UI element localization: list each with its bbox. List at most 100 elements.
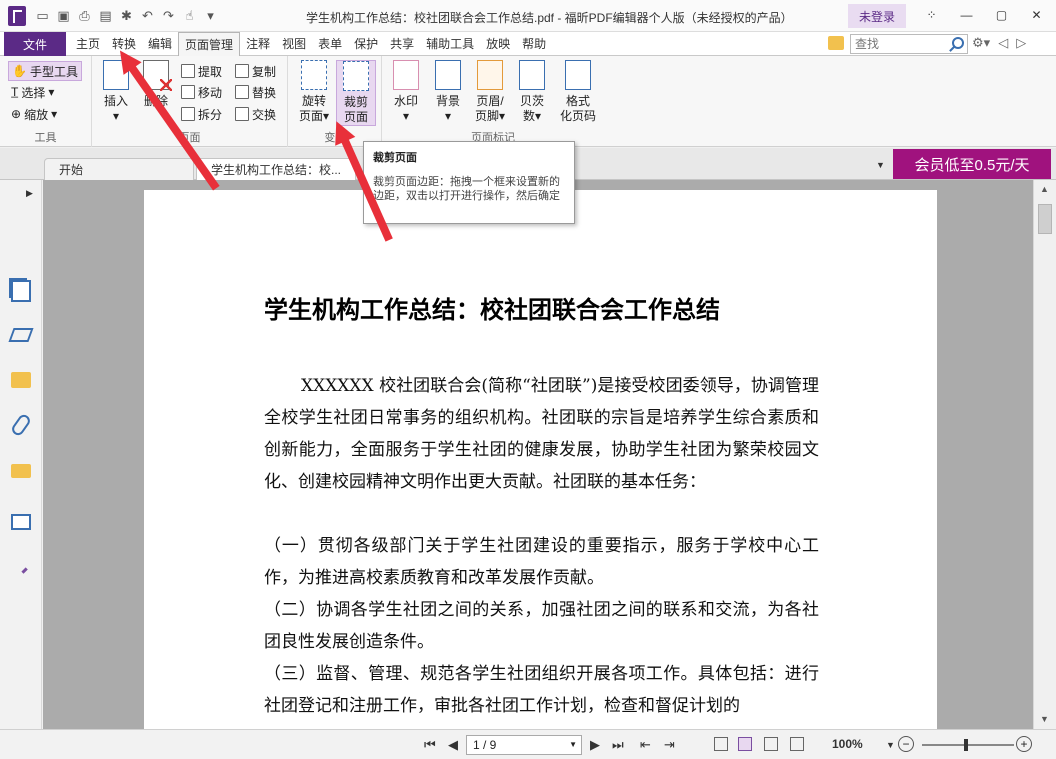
folder-search-icon[interactable] xyxy=(828,36,844,50)
hand-tool-icon[interactable]: ☝ xyxy=(181,7,198,24)
next-view-icon[interactable]: ⇥ xyxy=(664,737,675,753)
previous-view-icon[interactable]: ⇤ xyxy=(640,737,651,753)
signature-icon[interactable] xyxy=(12,558,28,574)
tooltip-body: 裁剪页面边距：拖拽一个框来设置新的边距，双击以打开进行操作，然后确定 xyxy=(373,176,560,202)
split-page-button[interactable]: 拆分 xyxy=(178,104,225,124)
chevron-down-icon: ▾ xyxy=(51,107,58,121)
replace-page-button[interactable]: 替换 xyxy=(232,82,279,102)
chevron-down-icon: ▼ xyxy=(569,740,577,749)
zoom-dropdown-chevron-icon[interactable]: ▼ xyxy=(886,740,895,750)
title-bar: ▭ ▣ ⎙ ▤ ✱ ↶ ↷ ☝ ▾ 学生机构工作总结：校社团联合会工作总结.pd… xyxy=(0,0,1056,32)
new-icon[interactable]: ✱ xyxy=(118,7,135,24)
tab-document[interactable]: 学生机构工作总结：校... xyxy=(196,158,356,180)
vertical-scrollbar[interactable]: ▲ ▼ xyxy=(1033,180,1056,729)
next-page-icon[interactable]: ▶ xyxy=(590,737,600,753)
forward-arrow-icon[interactable]: ▷ xyxy=(1016,35,1026,51)
page-marks-group: 水印 ▾ 背景 ▾ 页眉/ 页脚▾ 贝茨 数▾ 格式 化页码 页面标记 xyxy=(382,56,604,147)
minimize-button[interactable]: — xyxy=(949,4,984,26)
properties-icon[interactable]: ▤ xyxy=(97,7,114,24)
page-number-input[interactable]: 1 / 9 ▼ xyxy=(466,735,582,755)
tab-list-chevron-icon[interactable]: ▼ xyxy=(876,160,885,170)
zoom-slider-knob[interactable] xyxy=(964,739,968,751)
page-thumbnails-icon[interactable] xyxy=(11,280,31,302)
header-footer-button[interactable]: 页眉/ 页脚▾ xyxy=(470,60,510,124)
print-icon[interactable]: ⎙ xyxy=(76,7,93,24)
expand-panel-icon[interactable]: ▶ xyxy=(26,188,33,199)
previous-page-icon[interactable]: ◀ xyxy=(448,737,458,753)
tab-protect[interactable]: 保护 xyxy=(348,32,384,56)
form-fields-icon[interactable] xyxy=(11,514,31,530)
restore-button[interactable]: ▢ xyxy=(984,4,1019,26)
layers-icon[interactable] xyxy=(8,328,34,342)
rotate-page-button[interactable]: 旋转 页面▾ xyxy=(294,60,334,124)
search-input[interactable] xyxy=(851,35,947,53)
redo-icon[interactable]: ↷ xyxy=(160,7,177,24)
scroll-down-icon[interactable]: ▼ xyxy=(1040,714,1049,724)
swap-icon xyxy=(235,107,249,121)
left-navigation-panel: ▶ xyxy=(0,180,894,759)
extract-page-button[interactable]: 提取 xyxy=(178,61,225,81)
split-icon xyxy=(181,107,195,121)
close-button[interactable]: ✕ xyxy=(1019,4,1054,26)
continuous-facing-view-icon[interactable] xyxy=(790,737,804,751)
security-lock-icon[interactable] xyxy=(11,464,31,478)
tab-slideshow[interactable]: 放映 xyxy=(480,32,516,56)
tab-edit[interactable]: 编辑 xyxy=(142,32,178,56)
zoom-in-icon[interactable]: + xyxy=(1016,736,1032,752)
watermark-button[interactable]: 水印 ▾ xyxy=(386,60,426,124)
layout-icon[interactable]: ⁘ xyxy=(914,4,949,26)
tab-file[interactable]: 文件 xyxy=(4,32,66,56)
last-page-icon[interactable]: ⏭ xyxy=(612,737,624,753)
facing-view-icon[interactable] xyxy=(764,737,778,751)
select-tool-button[interactable]: T̲ 选择 ▾ xyxy=(8,82,57,102)
crop-page-button[interactable]: 裁剪 页面 xyxy=(336,60,376,126)
tab-share[interactable]: 共享 xyxy=(384,32,420,56)
continuous-view-icon[interactable] xyxy=(738,737,752,751)
background-button[interactable]: 背景 ▾ xyxy=(428,60,468,124)
back-arrow-icon[interactable]: ◁ xyxy=(998,35,1008,51)
swap-page-button[interactable]: 交换 xyxy=(232,104,279,124)
zoom-tool-button[interactable]: ⊕ 缩放 ▾ xyxy=(8,104,60,124)
app-logo-icon[interactable] xyxy=(8,6,26,26)
tab-accessibility[interactable]: 辅助工具 xyxy=(420,32,480,56)
tab-page-management[interactable]: 页面管理 xyxy=(178,32,241,57)
tab-start[interactable]: 开始 xyxy=(44,158,194,180)
gear-icon[interactable]: ⚙▾ xyxy=(972,35,990,51)
single-page-view-icon[interactable] xyxy=(714,737,728,751)
quick-access-toolbar: ▭ ▣ ⎙ ▤ ✱ ↶ ↷ ☝ ▾ xyxy=(34,7,219,24)
tab-view[interactable]: 视图 xyxy=(276,32,312,56)
hand-tool-button[interactable]: ✋ 手型工具 xyxy=(8,61,82,81)
zoom-out-icon[interactable]: − xyxy=(898,736,914,752)
search-icon[interactable] xyxy=(952,37,964,49)
select-text-icon: T̲ xyxy=(11,85,19,99)
zoom-level[interactable]: 100% xyxy=(832,737,863,751)
first-page-icon[interactable]: ⏮ xyxy=(424,737,436,753)
tab-comment[interactable]: 注释 xyxy=(240,32,276,56)
tools-group-label: 工具 xyxy=(34,132,57,144)
customize-qat-icon[interactable]: ▾ xyxy=(202,7,219,24)
extract-icon xyxy=(181,64,195,78)
zoom-slider[interactable] xyxy=(922,739,1014,751)
zoom-icon: ⊕ xyxy=(11,107,22,121)
login-button[interactable]: 未登录 xyxy=(848,4,906,28)
open-icon[interactable]: ▭ xyxy=(34,7,51,24)
move-page-button[interactable]: 移动 xyxy=(178,82,225,102)
scroll-thumb[interactable] xyxy=(1038,204,1052,234)
tab-help[interactable]: 帮助 xyxy=(516,32,552,56)
scroll-up-icon[interactable]: ▲ xyxy=(1040,184,1049,194)
copy-page-button[interactable]: 复制 xyxy=(232,61,279,81)
tab-form[interactable]: 表单 xyxy=(312,32,348,56)
format-page-number-button[interactable]: 格式 化页码 xyxy=(556,60,600,124)
document-paragraph-1: XXXXXX 校社团联合会(简称“社团联”)是接受校团委领导，协调管理全校学生社… xyxy=(264,376,819,492)
comments-icon[interactable] xyxy=(11,372,31,388)
bates-number-button[interactable]: 贝茨 数▾ xyxy=(512,60,552,124)
undo-icon[interactable]: ↶ xyxy=(139,7,156,24)
bates-number-icon xyxy=(519,60,545,90)
document-view[interactable]: 学生机构工作总结：校社团联合会工作总结 XXXXXX 校社团联合会(简称“社团联… xyxy=(43,180,1033,729)
pdf-page: 学生机构工作总结：校社团联合会工作总结 XXXXXX 校社团联合会(简称“社团联… xyxy=(144,190,937,729)
attachment-icon[interactable] xyxy=(9,412,33,438)
move-icon xyxy=(181,85,195,99)
member-promo-banner[interactable]: 会员低至0.5元/天 xyxy=(893,149,1051,179)
tab-home[interactable]: 主页 xyxy=(70,32,106,56)
save-icon[interactable]: ▣ xyxy=(55,7,72,24)
